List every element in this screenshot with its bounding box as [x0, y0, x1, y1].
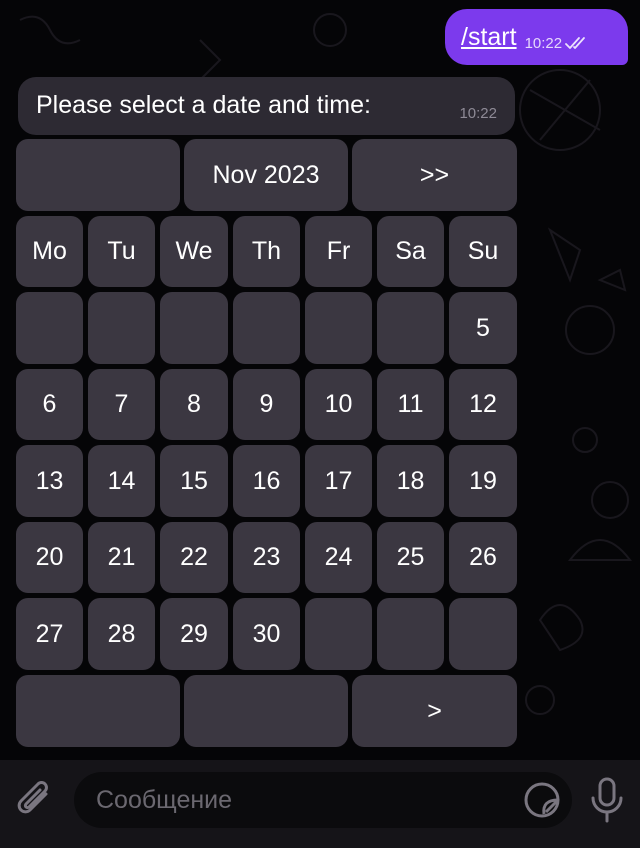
- day-button[interactable]: [160, 292, 228, 364]
- paperclip-icon[interactable]: [16, 778, 56, 822]
- day-button[interactable]: [377, 292, 444, 364]
- day-button[interactable]: [449, 598, 517, 670]
- day-button[interactable]: 20: [16, 522, 83, 593]
- day-button[interactable]: [16, 292, 83, 364]
- day-button[interactable]: 14: [88, 445, 155, 517]
- day-button[interactable]: 17: [305, 445, 372, 517]
- day-button[interactable]: 26: [449, 522, 517, 593]
- day-button[interactable]: 12: [449, 369, 517, 440]
- day-button[interactable]: [377, 598, 444, 670]
- day-button[interactable]: 22: [160, 522, 228, 593]
- weekday-su-button[interactable]: Su: [449, 216, 517, 287]
- day-button[interactable]: 10: [305, 369, 372, 440]
- day-button[interactable]: 16: [233, 445, 300, 517]
- calendar-empty-button[interactable]: [16, 139, 180, 211]
- calendar-empty-button[interactable]: [16, 675, 180, 747]
- day-button[interactable]: [305, 598, 372, 670]
- weekday-fr-button[interactable]: Fr: [305, 216, 372, 287]
- day-button[interactable]: 27: [16, 598, 83, 670]
- day-button[interactable]: 19: [449, 445, 517, 517]
- day-button[interactable]: [88, 292, 155, 364]
- day-button[interactable]: 13: [16, 445, 83, 517]
- day-button[interactable]: 11: [377, 369, 444, 440]
- outgoing-message-bubble[interactable]: /start 10:22: [445, 9, 628, 65]
- message-composer: Сообщение: [0, 760, 640, 848]
- day-button[interactable]: 24: [305, 522, 372, 593]
- incoming-message-text: Please select a date and time:: [36, 91, 371, 119]
- outgoing-command-link[interactable]: /start: [461, 23, 517, 52]
- microphone-icon[interactable]: [588, 776, 626, 824]
- day-button[interactable]: 21: [88, 522, 155, 593]
- day-button[interactable]: 8: [160, 369, 228, 440]
- day-button[interactable]: 5: [449, 292, 517, 364]
- day-button[interactable]: 25: [377, 522, 444, 593]
- day-button[interactable]: 6: [16, 369, 83, 440]
- day-button[interactable]: 18: [377, 445, 444, 517]
- next-button[interactable]: >: [352, 675, 517, 747]
- day-button[interactable]: 29: [160, 598, 228, 670]
- day-button[interactable]: 28: [88, 598, 155, 670]
- day-button[interactable]: 7: [88, 369, 155, 440]
- outgoing-message-meta: 10:22: [525, 35, 588, 52]
- day-button[interactable]: [233, 292, 300, 364]
- day-button[interactable]: 15: [160, 445, 228, 517]
- weekday-sa-button[interactable]: Sa: [377, 216, 444, 287]
- incoming-message-time: 10:22: [459, 105, 497, 122]
- weekday-we-button[interactable]: We: [160, 216, 228, 287]
- outgoing-message-time: 10:22: [524, 34, 563, 52]
- weekday-th-button[interactable]: Th: [233, 216, 300, 287]
- month-year-button[interactable]: Nov 2023: [184, 139, 348, 211]
- weekday-mo-button[interactable]: Mo: [16, 216, 83, 287]
- day-button[interactable]: 23: [233, 522, 300, 593]
- sticker-icon[interactable]: [522, 780, 562, 820]
- day-button[interactable]: 9: [233, 369, 300, 440]
- calendar-empty-button[interactable]: [184, 675, 348, 747]
- message-input[interactable]: Сообщение: [74, 772, 572, 828]
- next-month-button[interactable]: >>: [352, 139, 517, 211]
- day-button[interactable]: 30: [233, 598, 300, 670]
- incoming-message-bubble: Please select a date and time: 10:22: [18, 77, 515, 135]
- double-check-icon: [565, 37, 586, 49]
- day-button[interactable]: [305, 292, 372, 364]
- weekday-tu-button[interactable]: Tu: [88, 216, 155, 287]
